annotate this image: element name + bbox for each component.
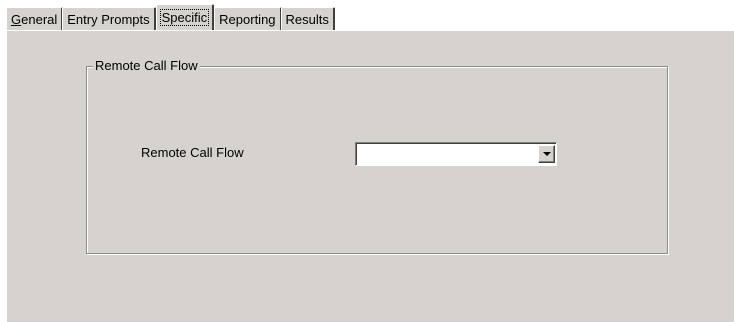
tab-strip: General Entry Prompts Specific Reporting… [6,4,335,30]
groupbox-title: Remote Call Flow [93,58,200,74]
dropdown-button[interactable] [538,145,555,163]
tab-reporting-label: Reporting [219,11,276,27]
tab-results[interactable]: Results [280,7,335,30]
tab-general-label: General [11,11,58,27]
tab-reporting[interactable]: Reporting [214,7,282,30]
remote-call-flow-label: Remote Call Flow [141,145,244,160]
tab-results-label: Results [285,11,329,27]
remote-call-flow-groupbox: Remote Call Flow Remote Call Flow [86,58,668,254]
tab-entry-prompts[interactable]: Entry Prompts [62,7,156,30]
tab-page-specific: Remote Call Flow Remote Call Flow [6,30,734,322]
tab-entry-prompts-label: Entry Prompts [67,11,150,27]
tab-specific-label: Specific [159,9,210,26]
tab-specific[interactable]: Specific [155,4,215,30]
remote-call-flow-combobox[interactable] [355,142,557,166]
tab-general[interactable]: General [6,7,64,30]
properties-dialog: General Entry Prompts Specific Reporting… [0,0,734,322]
chevron-down-icon [543,152,551,156]
